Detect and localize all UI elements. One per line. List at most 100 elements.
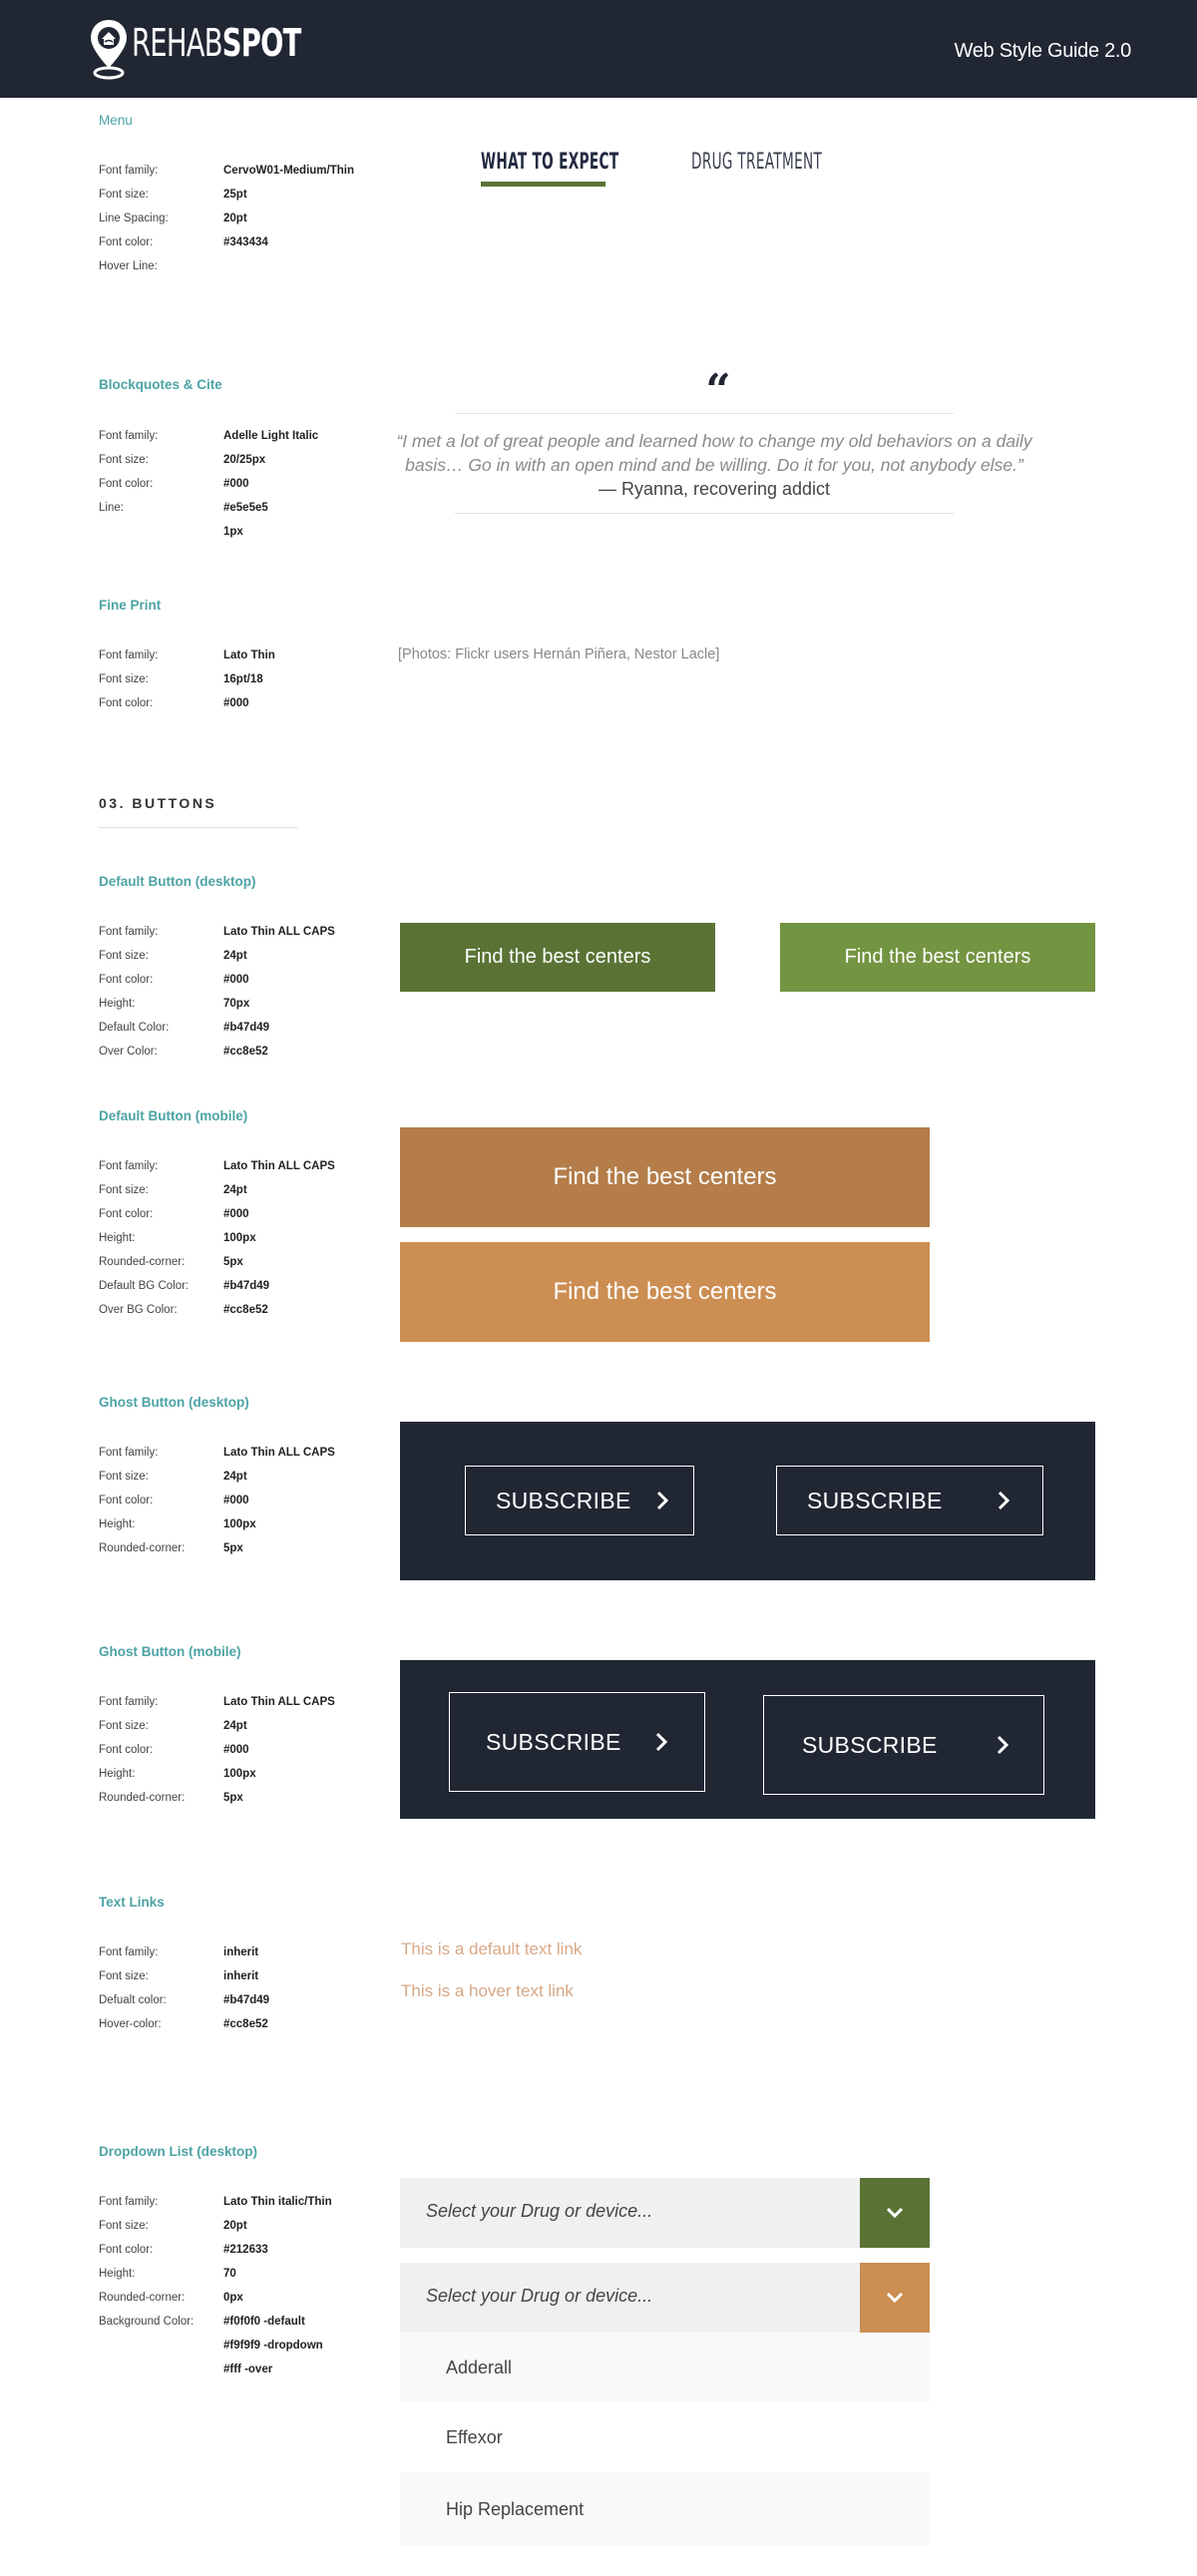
subscribe-label: SUBSCRIBE <box>807 1487 943 1513</box>
spec-row: Font size: 20pt <box>99 2214 332 2238</box>
spec-label: Over BG Color: <box>99 1304 178 1316</box>
dropdown-toggle-button[interactable] <box>860 2263 930 2333</box>
spec-value: #b47d49 <box>223 1280 270 1292</box>
default-text-link[interactable]: This is a default text link <box>401 1939 582 1959</box>
subscribe-ghost-button-default[interactable]: SUBSCRIBE <box>465 1466 694 1535</box>
menu-section-title: Menu <box>99 113 133 128</box>
spec-label: Defualt color: <box>99 1994 167 2006</box>
spec-label: Rounded-corner: <box>99 1542 186 1554</box>
spec-label: Font color: <box>99 2244 154 2256</box>
spec-value: #cc8e52 <box>223 2018 268 2030</box>
spec-label: Rounded-corner: <box>99 1256 186 1268</box>
spec-label: Rounded-corner: <box>99 2292 186 2304</box>
spec-label: Font family: <box>99 1447 159 1459</box>
spec-value: 100px <box>223 1232 256 1244</box>
spec-label: Font color: <box>99 697 154 709</box>
spec-value: Adelle Light Italic <box>223 430 319 442</box>
spec-label <box>99 520 223 544</box>
spec-label: Font size: <box>99 1184 149 1196</box>
rehabspot-logo[interactable]: REHABSPOT <box>88 18 367 80</box>
header: REHABSPOT Web Style Guide 2.0 <box>0 0 1197 98</box>
spec-row: Font color: #000 <box>99 1202 335 1226</box>
spec-row: Default Color: #b47d49 <box>99 1016 335 1040</box>
spec-label: Font size: <box>99 1471 149 1483</box>
spec-value: inherit <box>223 1946 259 1958</box>
spec-value: #000 <box>223 1495 249 1506</box>
fine-print-section-title: Fine Print <box>99 598 162 613</box>
subscribe-label: SUBSCRIBE <box>486 1728 621 1755</box>
spec-label: Font color: <box>99 1744 154 1756</box>
spec-row: Font size: 24pt <box>99 1178 335 1202</box>
spec-value: #f9f9f9 -dropdown <box>223 2340 323 2352</box>
dropdown-option[interactable]: Adderall <box>400 2333 930 2402</box>
find-centers-mobile-hover[interactable]: Find the best centers <box>400 1242 930 1342</box>
spec-row: Font size: 16pt/18 <box>99 667 275 691</box>
spec-row: Font color: #000 <box>99 691 275 715</box>
subscribe-ghost-button-hover[interactable]: SUBSCRIBE <box>776 1466 1043 1535</box>
spec-label: Height: <box>99 1232 136 1244</box>
spec-value: Lato Thin ALL CAPS <box>223 926 335 938</box>
subscribe-label: SUBSCRIBE <box>496 1487 631 1513</box>
spec-value: #000 <box>223 1208 249 1220</box>
spec-label: Font size: <box>99 454 149 466</box>
menu-specs: Font family: CervoW01-Medium/Thin Font si… <box>99 159 354 278</box>
spec-value: 24pt <box>223 950 247 962</box>
spec-value: 20pt <box>223 2220 247 2232</box>
spec-row: Rounded-corner: 0px <box>99 2286 332 2310</box>
spec-label: Hover-color: <box>99 2018 162 2030</box>
find-centers-mobile-default[interactable]: Find the best centers <box>400 1127 930 1227</box>
spec-label: Line Spacing: <box>99 213 169 224</box>
buttons-section-heading: 03. BUTTONS <box>99 795 217 811</box>
dropdown-option[interactable]: Hip Replacement <box>400 2472 930 2546</box>
spec-row: Font color: #343434 <box>99 230 354 254</box>
spec-value: #fff -over <box>223 2363 273 2375</box>
dropdown-toggle-button[interactable] <box>860 2178 930 2248</box>
spec-value: #b47d49 <box>223 1994 270 2006</box>
spec-row: Line Spacing: 20pt <box>99 207 354 230</box>
spec-value: 5px <box>223 1256 243 1268</box>
find-centers-button-default[interactable]: Find the best centers <box>400 923 715 992</box>
spec-row: Font color: #000 <box>99 1738 335 1762</box>
dropdown-option[interactable]: Effexor <box>400 2402 930 2472</box>
spec-label: Font size: <box>99 189 149 201</box>
spec-value: Lato Thin ALL CAPS <box>223 1160 335 1172</box>
menu-hover-line <box>481 182 605 187</box>
menu-item-what-to-expect[interactable]: WHAT TO EXPECT <box>481 150 618 175</box>
drug-select-default[interactable]: Select your Drug or device... <box>400 2178 930 2248</box>
hover-text-link[interactable]: This is a hover text link <box>401 1981 574 2001</box>
spec-row: Font family: Lato Thin ALL CAPS <box>99 1690 335 1714</box>
spec-row: Font family: Lato Thin italic/Thin <box>99 2190 332 2214</box>
spec-row: Background Color: #f0f0f0 -default <box>99 2310 332 2334</box>
spec-label: Height: <box>99 998 136 1010</box>
spec-row: Font color: #212633 <box>99 2238 332 2262</box>
chevron-right-icon <box>655 1732 668 1752</box>
spec-label: Font size: <box>99 2220 149 2232</box>
quote-body: “I met a lot of great people and learned… <box>396 431 1032 475</box>
spec-value: 5px <box>223 1542 243 1554</box>
spec-row: Font family: CervoW01-Medium/Thin <box>99 159 354 183</box>
drug-select-placeholder: Select your Drug or device... <box>426 2286 653 2306</box>
find-centers-button-hover[interactable]: Find the best centers <box>780 923 1095 992</box>
spec-value: #cc8e52 <box>223 1046 268 1058</box>
subscribe-ghost-mobile-default[interactable]: SUBSCRIBE <box>449 1692 705 1792</box>
spec-row: Over Color: #cc8e52 <box>99 1040 335 1064</box>
spec-row: Font size: 24pt <box>99 1714 335 1738</box>
spec-value: CervoW01-Medium/Thin <box>223 165 354 177</box>
spec-row: Height: 100px <box>99 1226 335 1250</box>
menu-item-drug-treatment[interactable]: DRUG TREATMENT <box>691 150 822 175</box>
spec-label <box>99 2334 223 2358</box>
map-pin-house-icon <box>91 20 127 80</box>
chevron-right-icon <box>997 1735 1009 1755</box>
quote-cite: — Ryanna, recovering addict <box>598 479 831 499</box>
spec-value: 1px <box>223 526 243 538</box>
spec-row: Font family: Adelle Light Italic <box>99 424 318 448</box>
subscribe-ghost-mobile-hover[interactable]: SUBSCRIBE <box>763 1695 1044 1795</box>
spec-value: 25pt <box>223 189 247 201</box>
logo-text-bold: SPOT <box>221 21 302 65</box>
spec-value: #f0f0f0 -default <box>223 2316 305 2328</box>
default-desktop-specs: Font family: Lato Thin ALL CAPS Font size… <box>99 920 335 1064</box>
drug-select-open[interactable]: Select your Drug or device... <box>400 2263 930 2333</box>
spec-value: #000 <box>223 974 249 986</box>
ghost-mobile-specs: Font family: Lato Thin ALL CAPS Font size… <box>99 1690 335 1810</box>
default-mobile-title: Default Button (mobile) <box>99 1108 248 1123</box>
